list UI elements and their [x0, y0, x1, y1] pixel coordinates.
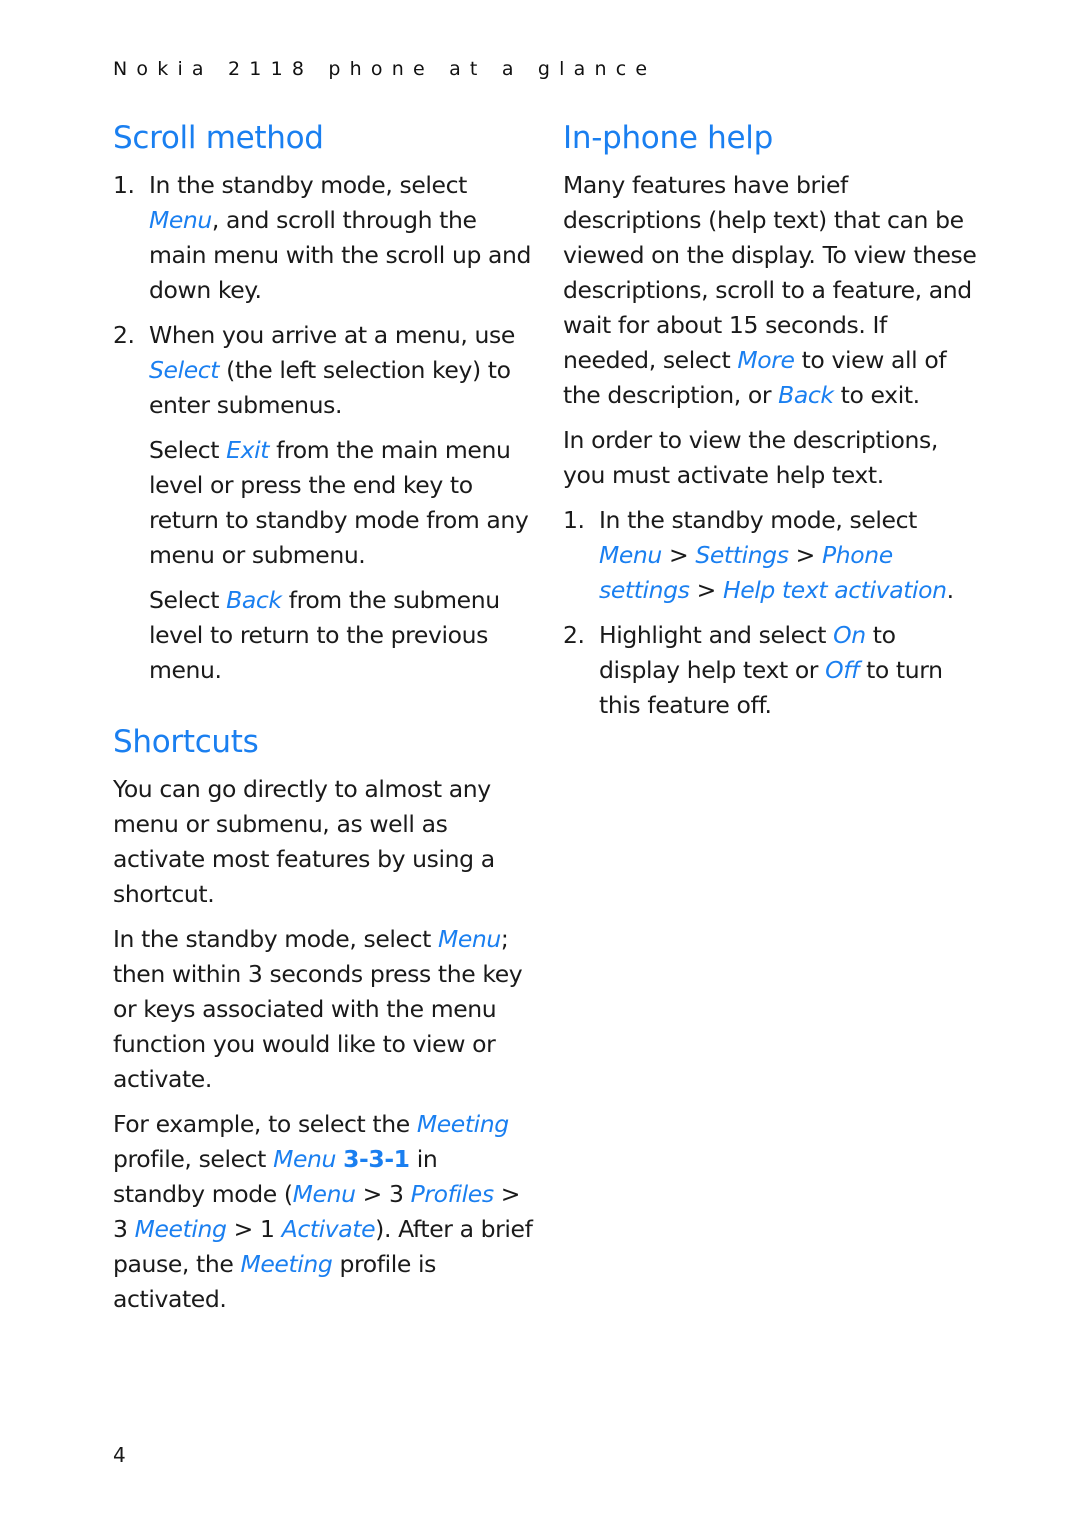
ui-term: Menu	[437, 925, 501, 953]
help-activate-paragraph: In order to view the descriptions, you m…	[563, 426, 938, 489]
shortcuts-example-paragraph: For example, to select the Meeting profi…	[113, 1110, 533, 1313]
shortcut-key-sequence: 3-3-1	[343, 1145, 410, 1173]
in-phone-help-heading: In-phone help	[563, 120, 773, 156]
scroll-step-1: 1. In the standby mode, select Menu, and …	[113, 171, 532, 304]
left-column: Scroll method 1. In the standby mode, sel…	[113, 118, 533, 1327]
help-step-2: 2. Highlight and select On to display hel…	[563, 621, 943, 719]
scroll-method-heading: Scroll method	[113, 120, 324, 156]
ui-term: Select	[149, 356, 220, 384]
ui-term: Menu	[149, 206, 212, 234]
ui-term: Back	[226, 586, 282, 614]
running-head: Nokia 2118 phone at a glance	[113, 58, 657, 80]
shortcuts-intro: You can go directly to almost any menu o…	[113, 775, 495, 908]
help-step-1: 1. In the standby mode, select Menu > Set…	[563, 506, 954, 604]
scroll-back-paragraph: Select Back from the submenu level to re…	[149, 586, 500, 684]
right-column: In-phone help Many features have brief d…	[563, 118, 983, 733]
help-intro-paragraph: Many features have brief descriptions (h…	[563, 171, 977, 409]
shortcuts-standby-paragraph: In the standby mode, select Menu; then w…	[113, 925, 523, 1093]
ui-term: Exit	[226, 436, 270, 464]
scroll-step-2: 2. When you arrive at a menu, use Select …	[113, 321, 515, 419]
page-number: 4	[113, 1443, 126, 1467]
shortcuts-heading: Shortcuts	[113, 724, 259, 760]
scroll-exit-paragraph: Select Exit from the main menu level or …	[149, 436, 529, 569]
